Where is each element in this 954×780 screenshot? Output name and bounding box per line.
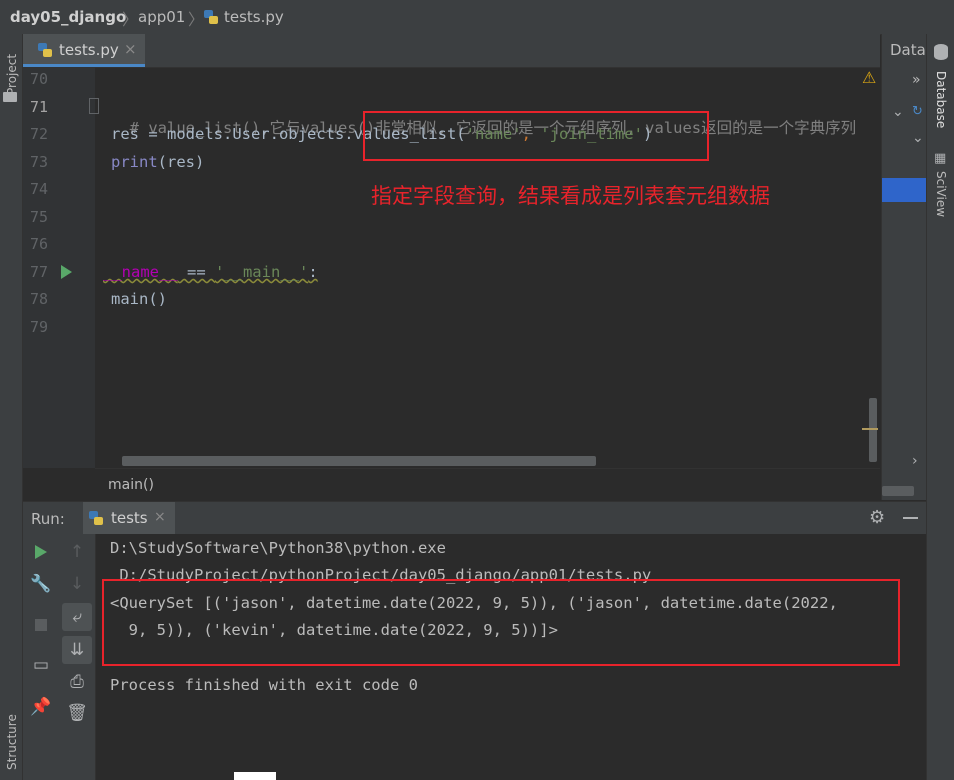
line-number: 78 <box>29 290 48 308</box>
refresh-icon[interactable]: ↻ <box>912 104 923 119</box>
scroll-to-end-icon[interactable]: ⇊ <box>62 636 92 664</box>
run-label: Run: <box>31 510 65 528</box>
code-token: res = models.User.objects. <box>111 125 354 143</box>
close-icon[interactable]: × <box>154 509 166 525</box>
gear-icon[interactable]: ⚙ <box>869 507 885 528</box>
close-icon[interactable]: × <box>124 40 137 58</box>
tab-tests-py[interactable]: tests.py × <box>23 34 145 67</box>
navigation-bar: day05_django 〉 app01 〉 tests.py <box>0 0 954 35</box>
expand-icon[interactable]: » <box>912 72 921 88</box>
database-label: Database <box>934 71 948 129</box>
stop-icon <box>35 619 47 631</box>
chevron-right-icon: 〉 <box>122 10 139 29</box>
trash-icon[interactable]: 🗑 <box>64 700 90 726</box>
line-number: 75 <box>29 208 48 226</box>
white-marker <box>234 772 276 780</box>
output-highlight-box <box>102 579 900 666</box>
code-token: __name__ <box>103 263 178 281</box>
line-number: 76 <box>29 235 48 253</box>
stop-button[interactable] <box>28 612 54 638</box>
python-file-icon <box>37 42 53 62</box>
run-toolbar-secondary: ↑ ↓ ⤶ ⇊ ⎙ 🗑 <box>59 534 96 780</box>
line-number: 70 <box>29 70 48 88</box>
wrench-icon[interactable]: 🔧 <box>28 571 54 597</box>
python-file-icon <box>203 9 219 29</box>
annotation-highlight-box <box>363 111 709 161</box>
down-arrow-icon[interactable]: ↓ <box>64 571 90 597</box>
chevron-right-icon[interactable]: › <box>912 453 918 469</box>
vertical-scrollbar[interactable] <box>869 398 877 462</box>
console-line: D:\StudySoftware\Python38\python.exe <box>110 539 446 557</box>
console-line: Process finished with exit code 0 <box>110 676 418 694</box>
right-tool-strip: Database ▦ SciView <box>926 34 954 780</box>
chevron-right-icon: 〉 <box>188 10 205 29</box>
print-icon[interactable]: ⎙ <box>64 669 90 695</box>
code-line-77: __name__ == '__main__': <box>103 263 318 281</box>
rerun-button[interactable] <box>28 539 54 565</box>
line-number: 72 <box>29 125 48 143</box>
soft-wrap-icon[interactable]: ⤶ <box>62 603 92 631</box>
tab-label: tests.py <box>59 41 119 59</box>
play-icon <box>35 545 47 559</box>
database-panel-title: Datal <box>890 41 930 59</box>
breadcrumb-file[interactable]: tests.py <box>224 8 284 26</box>
structure-tool-button[interactable]: Structure <box>1 692 21 770</box>
selected-row[interactable] <box>882 178 927 202</box>
layout-icon[interactable]: ▭ <box>28 652 54 678</box>
sciview-tool-button[interactable]: SciView <box>932 171 952 229</box>
editor-breadcrumb: main() <box>95 468 880 499</box>
run-gutter-icon[interactable] <box>61 265 72 279</box>
scroll-marker <box>862 428 878 430</box>
chevron-down-icon[interactable]: ⌄ <box>912 130 924 146</box>
editor-tab-bar: tests.py × <box>23 34 880 68</box>
line-number: 79 <box>29 318 48 336</box>
run-panel-header: Run: tests × ⚙ <box>23 501 926 535</box>
code-string: '__main__' <box>214 263 309 281</box>
code-token: : <box>308 263 318 281</box>
code-token: (res) <box>157 153 205 171</box>
line-number: 74 <box>29 180 48 198</box>
line-number: 73 <box>29 153 48 171</box>
chevron-down-icon[interactable]: ⌄ <box>892 104 904 120</box>
run-tab-label: tests <box>111 509 148 527</box>
code-builtin: print <box>111 153 158 171</box>
warning-icon[interactable]: ⚠ <box>862 68 876 87</box>
code-line-78: main() <box>111 290 167 308</box>
up-arrow-icon[interactable]: ↑ <box>64 539 90 565</box>
sciview-icon: ▦ <box>934 151 947 166</box>
breadcrumb-project[interactable]: day05_django <box>10 8 126 26</box>
pin-icon[interactable]: 📌 <box>28 694 54 720</box>
code-line-73: print(res) <box>111 153 204 171</box>
breadcrumb-function[interactable]: main() <box>108 477 154 493</box>
sciview-label: SciView <box>934 171 948 218</box>
python-file-icon <box>88 510 104 530</box>
line-number: 77 <box>29 263 48 281</box>
horizontal-scrollbar[interactable] <box>122 456 596 466</box>
structure-label: Structure <box>5 714 19 770</box>
code-token: == <box>177 263 215 281</box>
database-tool-button[interactable]: Database <box>932 71 952 137</box>
database-panel: Datal » ⌄ ↻ ⌄ › <box>881 34 930 500</box>
line-number: 71 <box>29 98 48 116</box>
annotation-text: 指定字段查询，结果看成是列表套元组数据 <box>371 184 770 208</box>
minimize-icon[interactable] <box>903 517 918 519</box>
code-token: main() <box>111 290 167 308</box>
left-tool-strip: Project Structure <box>0 34 23 780</box>
horizontal-scrollbar[interactable] <box>882 486 914 496</box>
breadcrumb-folder[interactable]: app01 <box>138 8 185 26</box>
run-toolbar-primary: 🔧 ▭ 📌 <box>23 534 59 780</box>
tab-run-tests[interactable]: tests × <box>83 502 175 535</box>
database-icon <box>934 44 948 60</box>
